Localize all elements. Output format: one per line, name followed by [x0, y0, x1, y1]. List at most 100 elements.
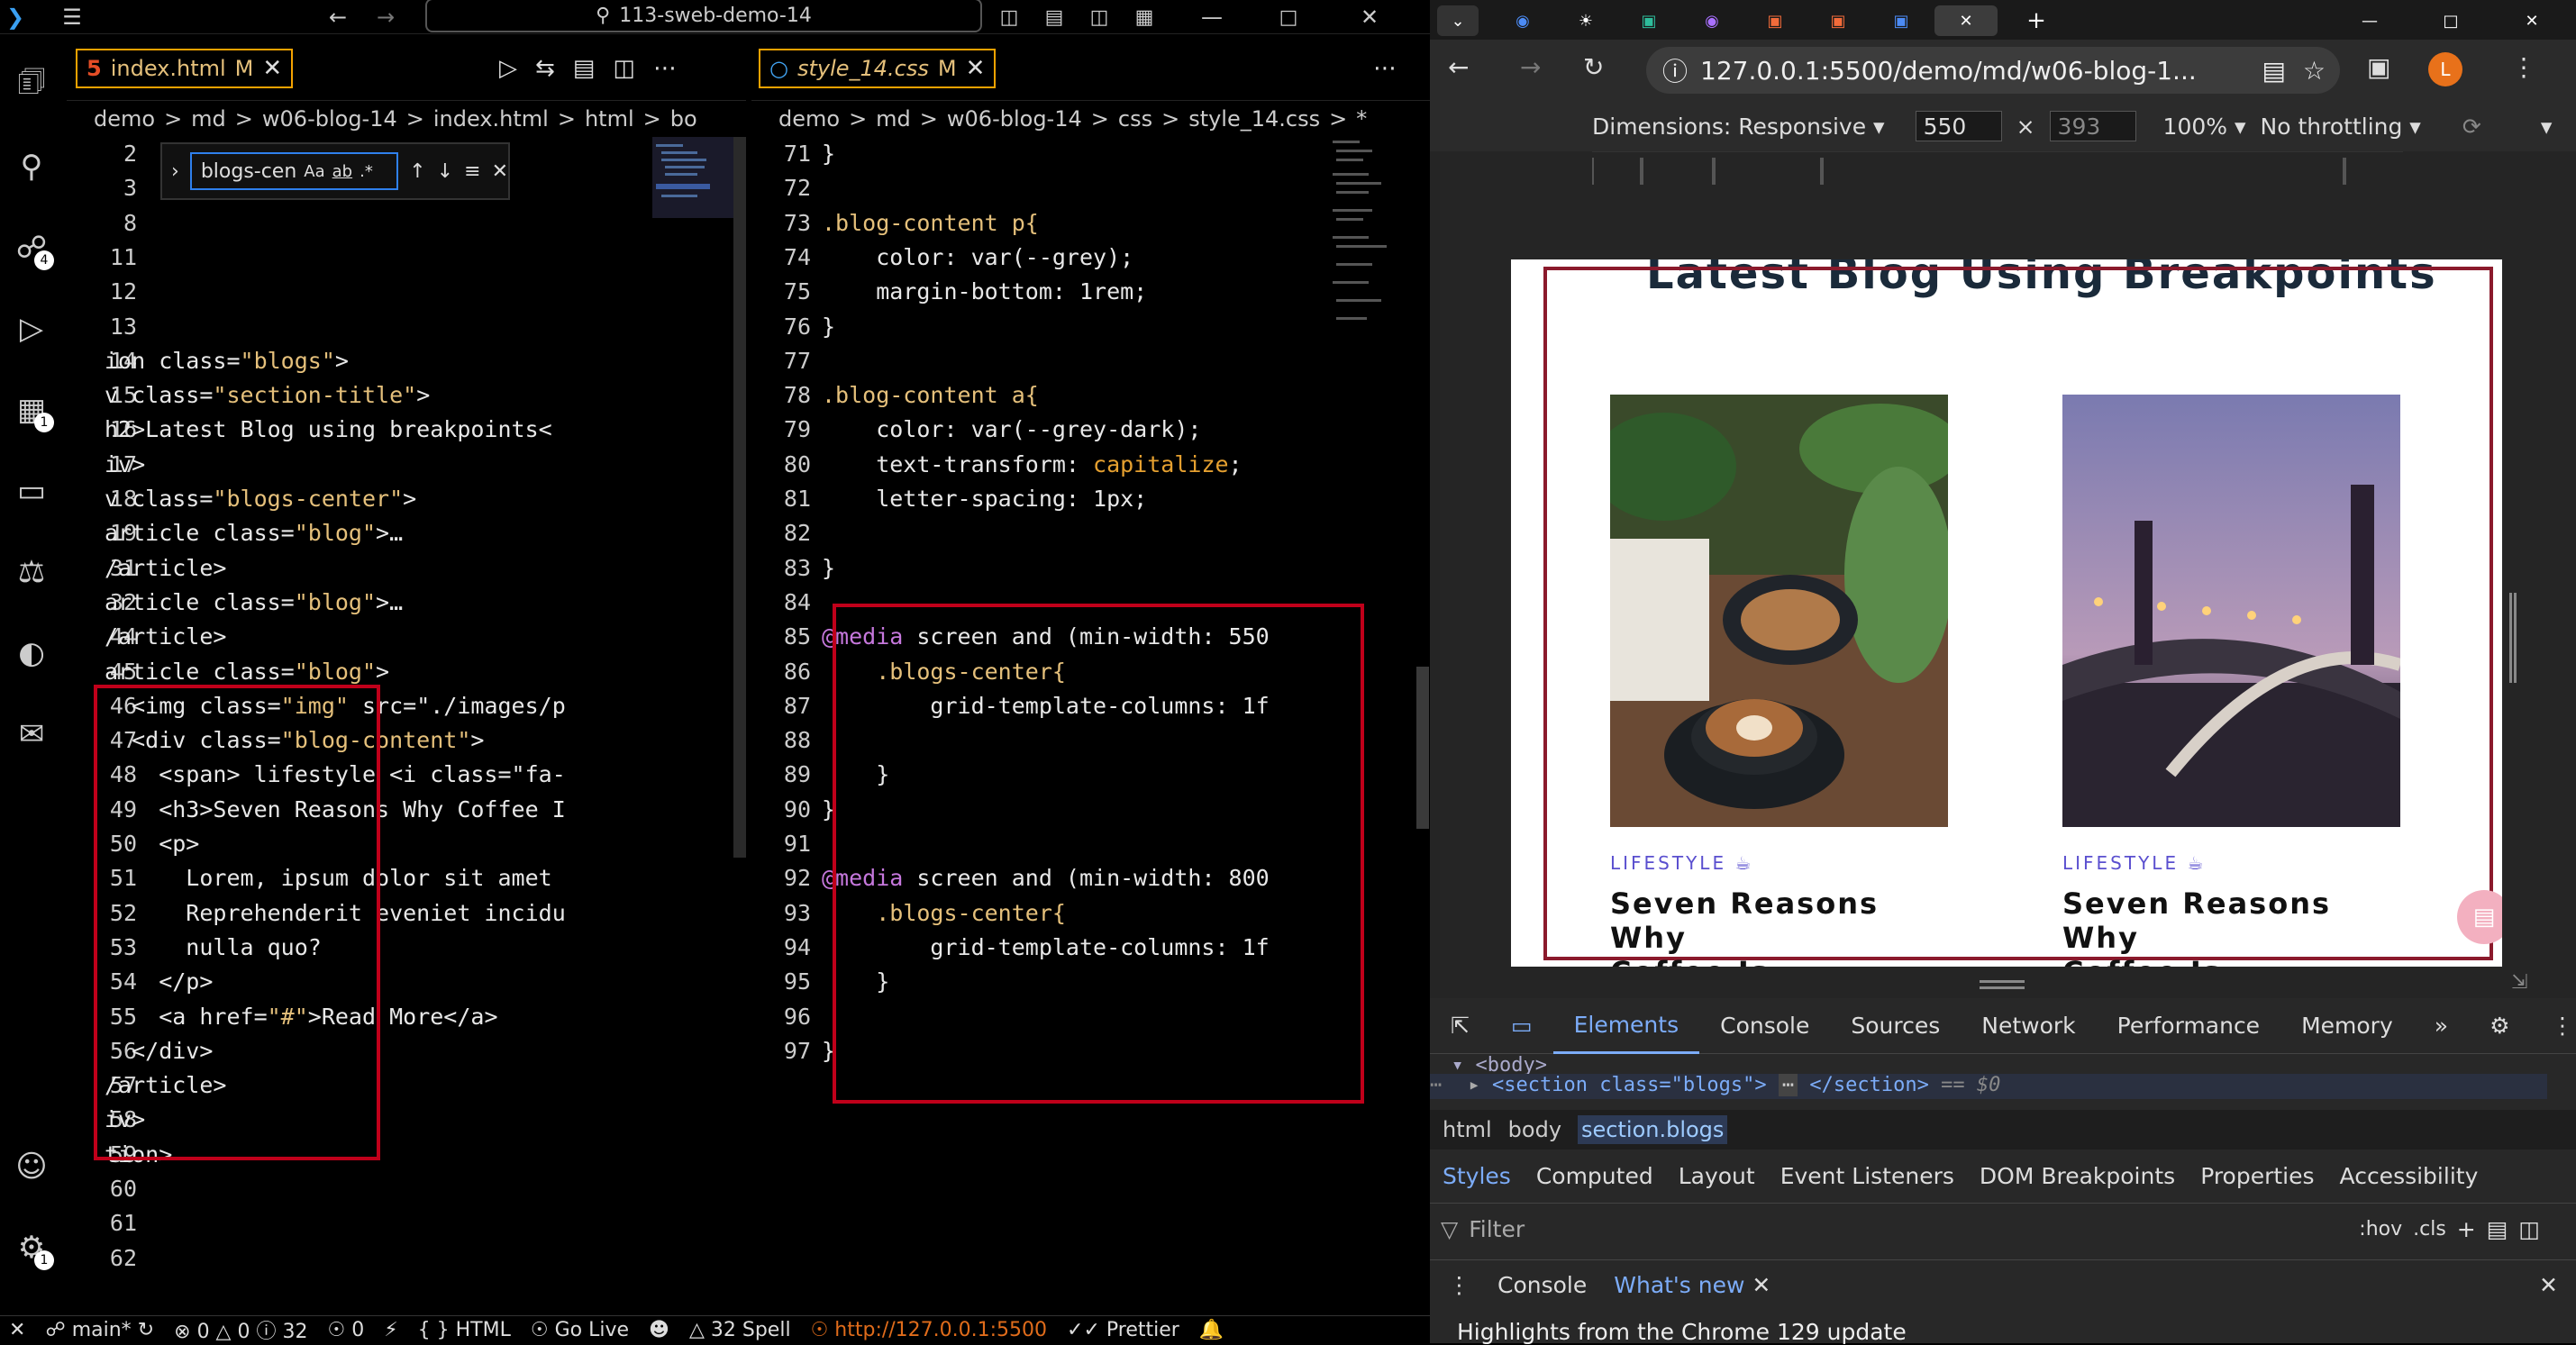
close-icon[interactable]: ✕ [1934, 5, 1998, 36]
remote-explorer-icon[interactable]: ▭ [0, 459, 63, 523]
arrow-down-icon[interactable]: ↓ [437, 160, 453, 183]
tab-memory[interactable]: Memory [2280, 998, 2414, 1054]
rotate-icon[interactable]: ⟳ [2462, 114, 2481, 140]
server-url[interactable]: ☉ http://127.0.0.1:5500 [811, 1319, 1047, 1341]
tab-network[interactable]: Network [1961, 998, 2096, 1054]
minimize-icon[interactable]: — [1194, 0, 1230, 34]
forward-arrow-icon[interactable]: → [1520, 52, 1541, 82]
testing-icon[interactable]: ⚖ [0, 541, 63, 604]
sidebar-toggle-icon[interactable]: ◫ [2518, 1216, 2540, 1242]
minimap[interactable] [652, 137, 733, 677]
code-line[interactable]: 19 article class="blog">… [67, 516, 746, 550]
site-info-icon[interactable]: ⓘ [1662, 52, 1688, 88]
filter-input[interactable]: Filter [1469, 1216, 2348, 1242]
tab-favicon-icon[interactable]: ▣ [1754, 5, 1796, 36]
breadcrumb-item[interactable]: w06-blog-14 [947, 106, 1082, 132]
tab-favicon-icon[interactable]: ◉ [1691, 5, 1733, 36]
settings-gear-icon[interactable]: ⚙ [2469, 998, 2530, 1054]
account-icon[interactable]: ☺ [0, 1135, 63, 1198]
source-control-icon[interactable]: ☍ 4 [0, 216, 63, 279]
chevron-right-icon[interactable]: › [171, 160, 179, 183]
reload-icon[interactable]: ↻ [1583, 52, 1604, 82]
avatar[interactable]: L [2428, 52, 2462, 86]
toggle-panel-icon[interactable]: ▤ [1036, 0, 1072, 34]
crumb-body[interactable]: body [1508, 1117, 1561, 1142]
close-drawer-icon[interactable]: ✕ [2539, 1272, 2558, 1298]
tab-favicon-icon[interactable]: ▣ [1880, 5, 1922, 36]
code-line[interactable]: 73 .blog-content p{ [751, 206, 1430, 241]
breadcrumb-item[interactable]: md [876, 106, 911, 132]
ellipsis-icon[interactable]: ⋯ [1430, 1074, 1442, 1096]
more-actions-icon[interactable]: ⋯ [653, 55, 677, 82]
close-icon[interactable]: ✕ [966, 55, 986, 82]
tab-whats-new[interactable]: What's new ✕ [1614, 1272, 1770, 1298]
tab-accessibility[interactable]: Accessibility [2327, 1163, 2491, 1189]
tab-favicon-icon[interactable]: ▣ [1817, 5, 1859, 36]
copilot-icon[interactable]: ☻ [649, 1319, 669, 1341]
extensions-icon[interactable]: ▣ [2367, 52, 2390, 82]
command-center-search[interactable]: ⚲ 113-sweb-demo-14 [425, 0, 982, 32]
dom-section-node[interactable]: ⋯ ▸ <section class="blogs"> ⋯ </section>… [1430, 1074, 2547, 1099]
back-arrow-icon[interactable]: ← [1448, 52, 1469, 82]
code-line[interactable]: 83} [751, 551, 1430, 586]
resize-handle-bottom[interactable] [1980, 980, 2025, 989]
vertical-scrollbar[interactable] [733, 137, 746, 858]
code-line[interactable]: 8 [67, 206, 746, 241]
breadcrumb-item[interactable]: w06-blog-14 [262, 106, 397, 132]
vertical-scrollbar[interactable] [1416, 667, 1429, 829]
tab-favicon-icon[interactable]: ▣ [1628, 5, 1670, 36]
breadcrumb-item[interactable]: bo [670, 106, 697, 132]
code-line[interactable]: 71} [751, 137, 1430, 171]
maximize-icon[interactable]: □ [2430, 5, 2471, 36]
minimap[interactable] [1333, 137, 1414, 677]
toggle-secondary-sidebar-icon[interactable]: ◫ [1081, 0, 1117, 34]
paint-icon[interactable]: ▤ [2487, 1216, 2508, 1242]
breadcrumb-item[interactable]: index.html [433, 106, 549, 132]
hov-toggle[interactable]: :hov [2359, 1218, 2402, 1240]
dom-tree[interactable]: ▾ <body> ⋯ ▸ <section class="blogs"> ⋯ <… [1430, 1054, 2576, 1117]
match-word-toggle[interactable]: ab [332, 162, 352, 181]
settings-gear-icon[interactable]: ⚙ 1 [0, 1216, 63, 1279]
code-line[interactable]: 77 [751, 344, 1430, 378]
new-rule-icon[interactable]: + [2457, 1216, 2476, 1242]
tab-index-html[interactable]: 5 index.html M ✕ [76, 49, 294, 88]
close-icon[interactable]: ✕ [492, 160, 508, 183]
branch-item[interactable]: ☍ main* ↻ [45, 1319, 154, 1341]
run-icon[interactable]: ▷ [499, 55, 517, 82]
tab-computed[interactable]: Computed [1524, 1163, 1666, 1189]
new-tab-icon[interactable]: + [2016, 5, 2057, 36]
breadcrumb-item[interactable]: style_14.css [1188, 106, 1320, 132]
code-line[interactable]: 75 margin-bottom: 1rem; [751, 275, 1430, 309]
menu-icon[interactable]: ☰ [54, 0, 90, 34]
tab-sources[interactable]: Sources [1830, 998, 1961, 1054]
code-line[interactable]: 80 text-transform: capitalize; [751, 448, 1430, 482]
maximize-icon[interactable]: □ [1270, 0, 1306, 34]
translate-icon[interactable]: ▤ [2262, 56, 2286, 86]
code-line[interactable]: 44/article> [67, 620, 746, 654]
regex-toggle[interactable]: .* [360, 162, 373, 181]
compare-icon[interactable]: ⇆ [535, 55, 555, 82]
breadcrumb-item[interactable]: md [191, 106, 226, 132]
extensions-icon[interactable]: ▦ 1 [0, 378, 63, 441]
close-icon[interactable]: ✕ [262, 55, 282, 82]
tab-favicon-icon[interactable]: ☀ [1565, 5, 1607, 36]
tab-performance[interactable]: Performance [2097, 998, 2280, 1054]
problems-item[interactable]: ⊗ 0 △ 0 ⓘ 32 [174, 1316, 307, 1343]
drawer-menu-icon[interactable]: ⋮ [1448, 1272, 1470, 1298]
match-case-toggle[interactable]: Aa [304, 162, 324, 181]
code-line[interactable]: 11 [67, 241, 746, 275]
language-mode[interactable]: { } HTML [418, 1319, 511, 1341]
lightning-icon[interactable]: ⚡ [384, 1319, 397, 1341]
code-line[interactable]: 76} [751, 310, 1430, 344]
more-menu-icon[interactable]: ⋮ [2530, 998, 2576, 1054]
prettier-item[interactable]: ✓✓ Prettier [1067, 1319, 1179, 1341]
ports-item[interactable]: ☉ 0 [327, 1319, 364, 1341]
code-line[interactable]: 13 [67, 310, 746, 344]
breadcrumb-item[interactable]: * [1356, 106, 1367, 132]
tab-properties[interactable]: Properties [2188, 1163, 2326, 1189]
split-editor-icon[interactable]: ◫ [613, 55, 635, 82]
code-line[interactable]: 82 [751, 516, 1430, 550]
code-line[interactable]: 74 color: var(--grey); [751, 241, 1430, 275]
code-line[interactable]: 31/article> [67, 551, 746, 586]
dimensions-select[interactable]: Dimensions: Responsive ▾ [1592, 114, 1885, 140]
